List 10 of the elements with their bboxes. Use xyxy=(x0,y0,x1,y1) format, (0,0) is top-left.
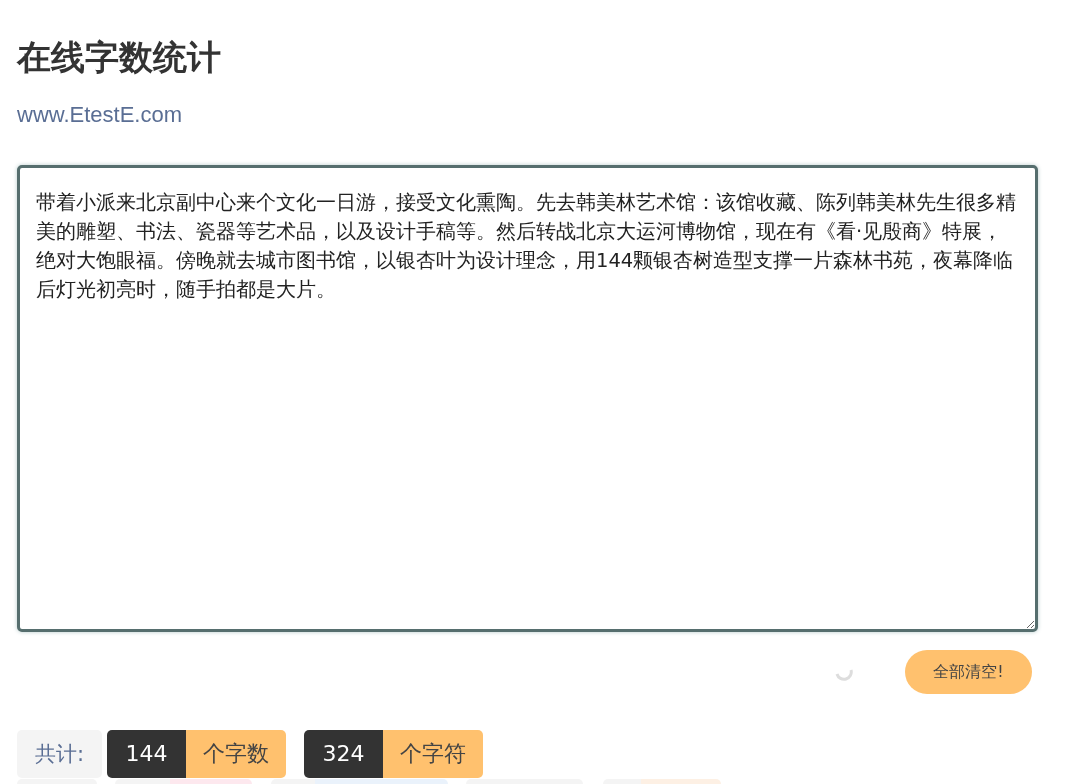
site-url: www.EtestE.com xyxy=(17,101,183,129)
count-unit: 个字数 xyxy=(186,730,287,778)
total-label: 共计: xyxy=(17,730,103,778)
loading-spinner-icon xyxy=(835,668,853,682)
text-input[interactable]: 带着小派来北京副中心来个文化一日游，接受文化熏陶。先去韩美林艺术馆：该馆收藏、陈列韩美林先生很多精美的雕塑、书法、瓷器等艺术品，以及设计手稿等。然后转战北京大运河博物馆，现在有《看·见殷商》特展，绝对大饱眼福。傍晚就去城市图书馆，以银杏叶为设计理念，用144颗银杏树造型支撑一片森林书苑，夜幕降临后灯光初亮时，随手拍都是大片。 xyxy=(17,165,1038,632)
page-title: 在线字数统计 xyxy=(17,36,222,78)
count-unit: 个字符 xyxy=(383,730,484,778)
count-value: 144 xyxy=(107,730,187,778)
count-value: 324 xyxy=(304,730,384,778)
clear-all-button[interactable]: 全部清空! xyxy=(905,650,1032,694)
